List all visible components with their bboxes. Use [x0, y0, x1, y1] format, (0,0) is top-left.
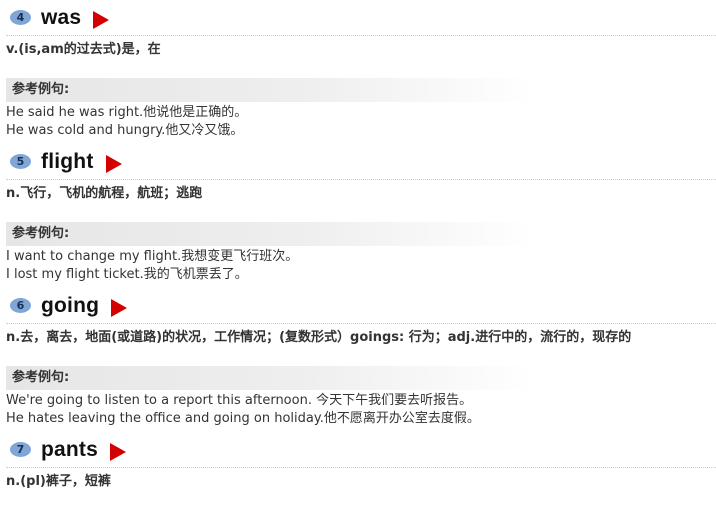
example-sentence: I want to change my flight.我想变更飞行班次。 — [6, 249, 299, 264]
vocab-entry: 7 pants n.(pl)裤子，短裤 — [6, 432, 716, 496]
vocab-word: was — [41, 5, 82, 29]
word-header: 5 flight — [6, 144, 716, 180]
play-icon[interactable] — [110, 442, 127, 461]
example-sentence: He hates leaving the office and going on… — [6, 411, 480, 426]
number-badge: 6 — [10, 298, 31, 313]
vocabulary-list: 4 was v.(is,am的过去式)是，在 参考例句: He said he … — [0, 0, 716, 512]
example-sentence: I lost my flight ticket.我的飞机票丢了。 — [6, 267, 248, 282]
word-header: 7 pants — [6, 432, 716, 468]
definition: n.去，离去，地面(或道路)的状况，工作情况；(复数形式）goings: 行为；… — [6, 330, 632, 345]
example-sentence: We're going to listen to a report this a… — [6, 393, 473, 408]
definition: n.(pl)裤子，短裤 — [6, 474, 111, 489]
vocab-word: pants — [41, 437, 99, 461]
play-icon[interactable] — [111, 298, 128, 317]
examples-list: We're going to listen to a report this a… — [6, 390, 716, 432]
number-badge: 4 — [10, 10, 31, 25]
definition: n.飞行，飞机的航程，航班；逃跑 — [6, 186, 203, 201]
play-icon[interactable] — [105, 154, 122, 173]
vocab-entry: 6 going n.去，离去，地面(或道路)的状况，工作情况；(复数形式）goi… — [6, 288, 716, 432]
play-icon[interactable] — [93, 10, 110, 29]
examples-label: 参考例句: — [6, 222, 536, 246]
example-sentence: He was cold and hungry.他又冷又饿。 — [6, 123, 244, 138]
word-header: 6 going — [6, 288, 716, 324]
number-badge: 5 — [10, 154, 31, 169]
definition: v.(is,am的过去式)是，在 — [6, 42, 161, 57]
number-badge: 7 — [10, 442, 31, 457]
vocab-entry: 5 flight n.飞行，飞机的航程，航班；逃跑 参考例句: I want t… — [6, 144, 716, 288]
examples-label: 参考例句: — [6, 366, 536, 390]
vocab-word: flight — [41, 149, 94, 173]
examples-list: I want to change my flight.我想变更飞行班次。 I l… — [6, 246, 716, 288]
word-header: 4 was — [6, 0, 716, 36]
examples-list: He said he was right.他说他是正确的。 He was col… — [6, 102, 716, 144]
vocab-word: going — [41, 293, 100, 317]
example-sentence: He said he was right.他说他是正确的。 — [6, 105, 248, 120]
vocab-entry: 4 was v.(is,am的过去式)是，在 参考例句: He said he … — [6, 0, 716, 144]
examples-label: 参考例句: — [6, 78, 536, 102]
